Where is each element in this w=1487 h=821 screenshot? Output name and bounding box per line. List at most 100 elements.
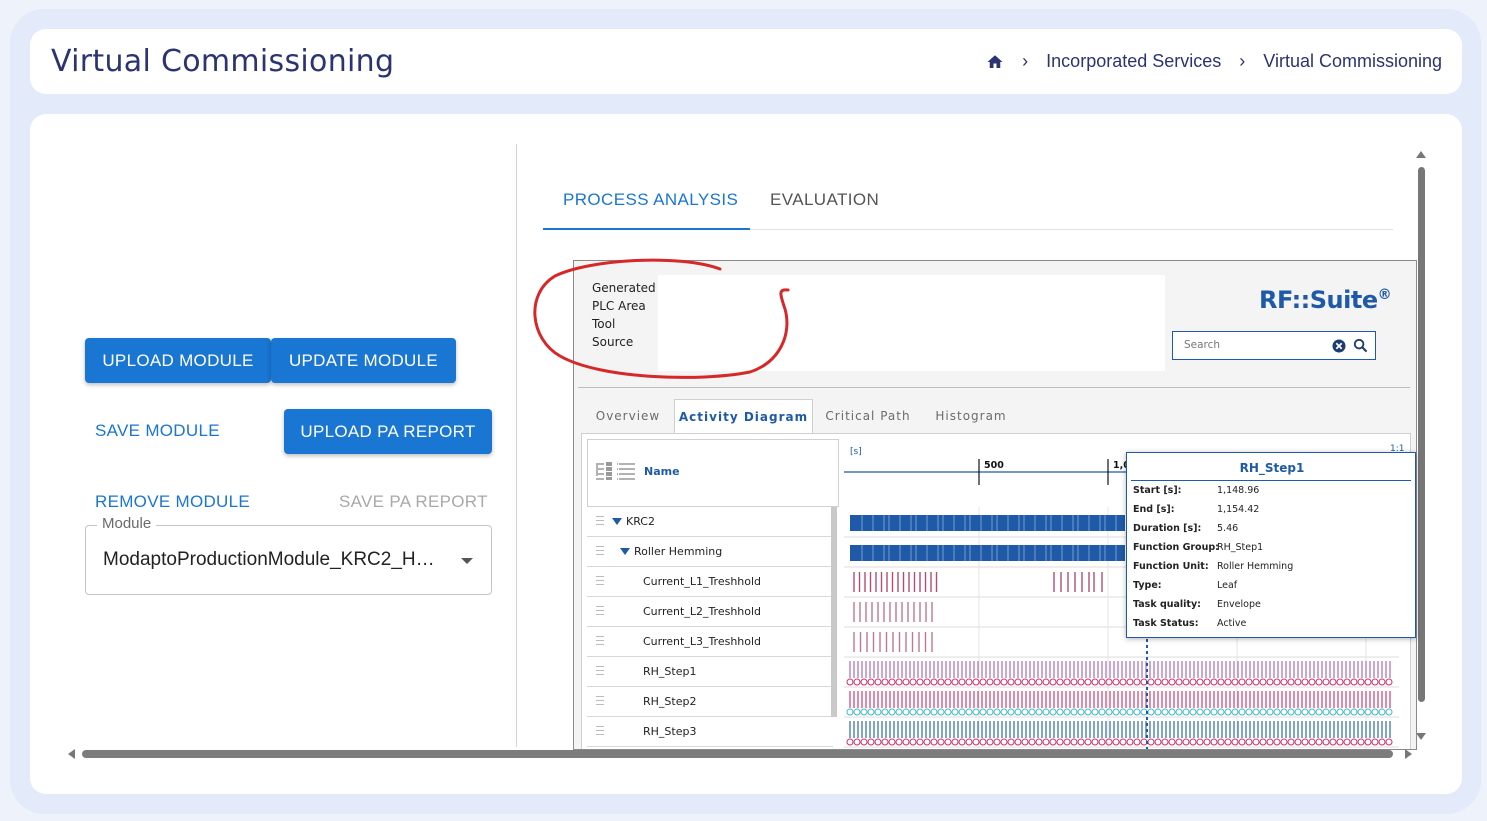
tooltip-field-value: 1,154.42 [1217,504,1260,515]
step-marker [846,738,854,746]
activity-row[interactable]: Current_L1_Treshhold [587,567,833,597]
step-marker [1077,708,1085,716]
module-select[interactable]: ModaptoProductionModule_KRC2_H… [85,525,492,595]
upload-pa-report-button[interactable]: UPLOAD PA REPORT [284,409,492,454]
step-marker [1294,738,1302,746]
step-marker [1154,738,1162,746]
step-marker [1217,738,1225,746]
step-marker [1336,708,1344,716]
name-column-label[interactable]: Name [644,465,680,478]
step-marker [951,678,959,686]
step-marker [1154,678,1162,686]
expand-caret-icon[interactable] [620,548,630,555]
scroll-down-arrow-icon[interactable] [1416,733,1426,740]
activity-row[interactable]: RH_Step3 [587,717,833,747]
drag-handle-icon[interactable] [596,606,604,615]
step-marker [1126,738,1134,746]
tab-activity-diagram[interactable]: Activity Diagram [674,399,813,433]
module-select-label: Module [97,515,157,532]
step-marker [1042,678,1050,686]
activity-row[interactable]: Roller Hemming [587,537,833,567]
home-icon[interactable] [986,53,1004,71]
step-marker [1301,738,1309,746]
tooltip-field-key: Start [s]: [1133,485,1182,496]
drag-handle-icon[interactable] [596,666,604,675]
report-info-box [658,275,1165,371]
drag-handle-icon[interactable] [596,546,604,555]
tooltip-field-key: Duration [s]: [1133,523,1202,534]
rfsuite-search-input[interactable]: Search [1172,331,1376,360]
activity-row[interactable]: RH_Step2 [587,687,833,717]
activity-row[interactable]: RH_Step1 [587,657,833,687]
report-info-labels: Generated PLC Area Tool Source [592,279,656,351]
breadcrumb-incorporated-services[interactable]: Incorporated Services [1046,51,1221,72]
activity-row[interactable]: Current_L2_Treshhold [587,597,833,627]
step-marker [1091,738,1099,746]
drag-handle-icon[interactable] [596,726,604,735]
drag-handle-icon[interactable] [596,636,604,645]
horizontal-scroll-thumb[interactable] [82,750,1393,758]
activity-row[interactable]: KRC2 [587,507,833,537]
scroll-up-arrow-icon[interactable] [1416,151,1426,158]
step-marker [1252,738,1260,746]
vertical-scroll-thumb[interactable] [1418,167,1425,702]
module-select-value: ModaptoProductionModule_KRC2_H… [103,549,435,570]
breadcrumb-virtual-commissioning[interactable]: Virtual Commissioning [1263,51,1442,72]
step-marker [951,738,959,746]
scroll-left-arrow-icon[interactable] [68,749,75,759]
expand-caret-icon[interactable] [612,518,622,525]
dropdown-arrow-icon[interactable] [461,558,473,564]
step-marker [916,708,924,716]
save-module-button[interactable]: SAVE MODULE [95,421,220,441]
remove-module-button[interactable]: REMOVE MODULE [95,492,250,512]
tree-view-icon[interactable] [595,462,637,480]
step-marker [1112,738,1120,746]
tab-overview[interactable]: Overview [582,399,674,433]
tab-process-analysis[interactable]: PROCESS ANALYSIS [563,190,738,210]
step-marker [1329,708,1337,716]
step-marker [1084,738,1092,746]
tooltip-title: RH_Step1 [1239,461,1305,475]
activity-row-label: Current_L1_Treshhold [643,575,762,588]
step-marker [888,678,896,686]
drag-handle-icon[interactable] [596,576,604,585]
tooltip-field-key: Task Status: [1133,618,1199,629]
step-marker [923,738,931,746]
tab-critical-path[interactable]: Critical Path [813,399,923,433]
upload-module-button[interactable]: UPLOAD MODULE [85,338,271,383]
step-marker [965,678,973,686]
step-marker [874,708,882,716]
step-marker [1007,708,1015,716]
step-marker [1385,708,1393,716]
step-marker [916,678,924,686]
step-marker [986,738,994,746]
step-marker [1287,678,1295,686]
step-marker [1000,708,1008,716]
chevron-right-icon: › [1239,51,1246,71]
axis-tick-label: 500 [984,460,1004,471]
step-marker [1259,678,1267,686]
update-module-button[interactable]: UPDATE MODULE [271,338,456,383]
step-marker [1119,678,1127,686]
search-icon[interactable] [1353,338,1368,353]
step-marker [1196,678,1204,686]
activity-row[interactable]: Current_L3_Treshhold [587,627,833,657]
drag-handle-icon[interactable] [596,516,604,525]
step-marker [1105,738,1113,746]
chevron-right-icon: › [1022,51,1029,71]
step-marker [1294,678,1302,686]
name-panel-scrollbar[interactable] [831,507,837,717]
step-marker [1245,678,1253,686]
step-marker [1168,738,1176,746]
scroll-right-arrow-icon[interactable] [1405,749,1412,759]
drag-handle-icon[interactable] [596,696,604,705]
activity-row-label: RH_Step1 [643,665,697,678]
step-marker [930,738,938,746]
step-marker [944,738,952,746]
tab-histogram[interactable]: Histogram [923,399,1019,433]
clear-icon[interactable] [1332,339,1346,353]
step-marker [1161,738,1169,746]
tab-evaluation[interactable]: EVALUATION [770,190,879,210]
step-marker [1224,738,1232,746]
tooltip-field-key: Function Group: [1133,542,1219,553]
